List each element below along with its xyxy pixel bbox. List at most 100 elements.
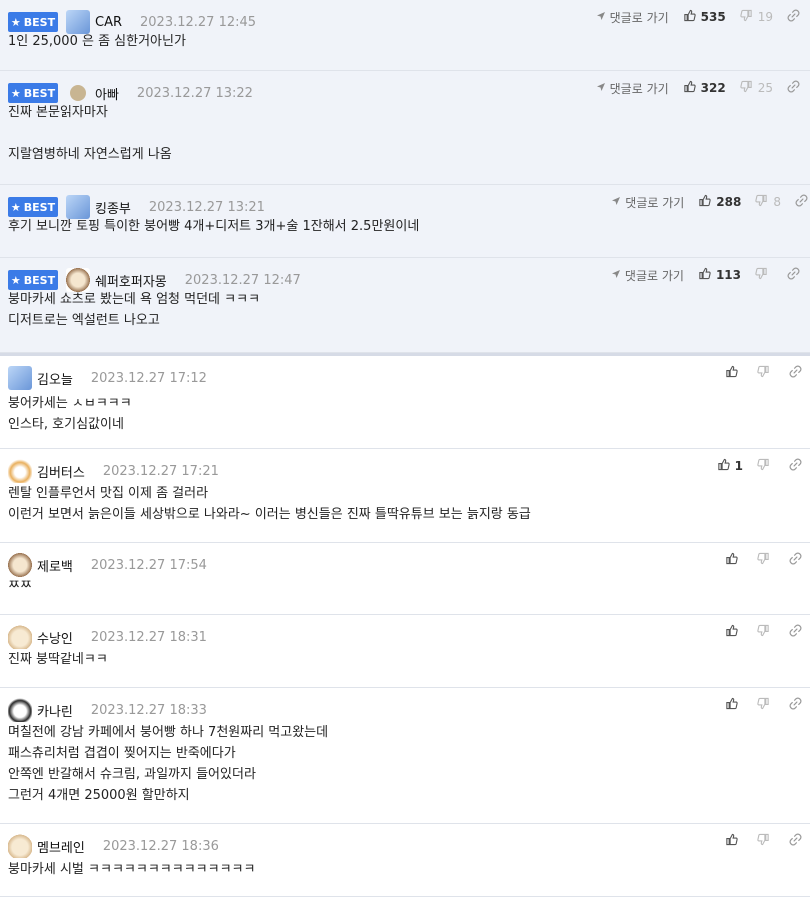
- thumbs-up-icon: [683, 9, 696, 25]
- timestamp: 2023.12.27 17:21: [102, 463, 219, 479]
- timestamp: 2023.12.27 18:36: [102, 838, 219, 854]
- comment-line: 1인 25,000 은 좀 심한거아닌가: [8, 34, 186, 49]
- comment: 제로백 2023.12.27 17:54 ㅉㅉ: [0, 543, 810, 615]
- link-button[interactable]: [787, 80, 800, 96]
- nickname[interactable]: 김오늘: [37, 369, 73, 388]
- nickname[interactable]: 제로백: [37, 556, 73, 575]
- dislike-count: 8: [773, 195, 781, 209]
- avatar-cream-icon[interactable]: [8, 625, 32, 649]
- avatar-blue-icon[interactable]: [8, 366, 32, 390]
- nickname[interactable]: CAR: [95, 15, 122, 30]
- timestamp: 2023.12.27 18:33: [90, 702, 207, 718]
- comment: 김오늘 2023.12.27 17:12 붕어카세는 ㅅㅂㅋㅋㅋ 인스타, 호기심값이…: [0, 356, 810, 449]
- dislike-button[interactable]: 8: [755, 194, 781, 210]
- comment-body: ㅉㅉ: [8, 575, 32, 596]
- comment: 카나린 2023.12.27 18:33 며칠전에 강남 카페에서 붕어빵 하나 7…: [0, 688, 810, 824]
- comment-tools: [725, 551, 802, 569]
- like-button[interactable]: [725, 552, 743, 568]
- dislike-button[interactable]: [757, 624, 775, 640]
- thumbs-down-icon: [757, 833, 770, 849]
- thumbs-up-icon: [725, 624, 738, 640]
- comment: 김버터스 2023.12.27 17:21 1 렌탈 인플루언서 맛집 이제 좀 걸러…: [0, 449, 810, 543]
- avatar-fox-icon[interactable]: [8, 459, 32, 483]
- nickname[interactable]: 카나린: [37, 701, 73, 720]
- like-button[interactable]: [725, 624, 743, 640]
- avatar-cream-icon[interactable]: [8, 834, 32, 858]
- best-comment: ★ BEST 아빠 2023.12.27 13:22 댓글로 가기 322 25 진짜 본문읽…: [0, 71, 810, 185]
- link-button[interactable]: [787, 9, 800, 25]
- comment-body: 진짜 붕딱같네ㅋㅋ: [8, 649, 108, 670]
- comment-line: 진짜 붕딱같네ㅋㅋ: [8, 652, 108, 667]
- timestamp: 2023.12.27 18:31: [90, 629, 207, 645]
- avatar-dot-icon[interactable]: [70, 85, 86, 101]
- link-button[interactable]: [789, 624, 802, 640]
- link-button[interactable]: [787, 267, 800, 283]
- like-button[interactable]: [725, 697, 743, 713]
- link-icon: [789, 365, 802, 381]
- like-button[interactable]: 535: [683, 9, 726, 25]
- best-badge: ★ BEST: [8, 83, 58, 103]
- arrow-icon: [611, 268, 621, 282]
- thumbs-up-icon: [698, 267, 711, 283]
- comment-list: ★ BEST CAR 2023.12.27 12:45 댓글로 가기 535 19 1인 25…: [0, 0, 810, 897]
- go-to-reply-link[interactable]: 댓글로 가기: [596, 80, 669, 97]
- link-button[interactable]: [789, 458, 802, 474]
- like-button[interactable]: [725, 833, 743, 849]
- like-button[interactable]: 322: [683, 80, 726, 96]
- link-button[interactable]: [789, 833, 802, 849]
- timestamp: 2023.12.27 13:22: [136, 85, 253, 101]
- comment-body: 붕마카세 쇼츠로 봤는데 욕 엄청 먹던데 ㅋㅋㅋ 디저트로는 엑설런트 나오고: [8, 289, 260, 331]
- like-button[interactable]: 113: [698, 267, 741, 283]
- dislike-button[interactable]: [757, 697, 775, 713]
- dislike-button[interactable]: [757, 458, 775, 474]
- comment-line: 지랄염병하네 자연스럽게 나옴: [8, 147, 172, 162]
- like-count: 322: [700, 81, 726, 95]
- thumbs-up-icon: [717, 458, 730, 474]
- like-button[interactable]: [725, 365, 743, 381]
- link-icon: [789, 833, 802, 849]
- nickname[interactable]: 킹종부: [95, 198, 131, 217]
- nickname[interactable]: 멤브레인: [37, 837, 85, 856]
- dislike-button[interactable]: 25: [740, 80, 773, 96]
- timestamp: 2023.12.27 17:12: [90, 370, 207, 386]
- like-count: 113: [715, 268, 741, 282]
- go-to-reply-link[interactable]: 댓글로 가기: [596, 9, 669, 26]
- comment-line: 그런거 4개면 25000원 할만하지: [8, 788, 190, 803]
- dislike-button[interactable]: [757, 365, 775, 381]
- nickname[interactable]: 쉐퍼호퍼자몽: [95, 271, 167, 290]
- nickname[interactable]: 수낭인: [37, 628, 73, 647]
- like-button[interactable]: 288: [698, 194, 741, 210]
- thumbs-down-icon: [740, 80, 753, 96]
- thumbs-down-icon: [755, 194, 768, 210]
- dislike-count: 19: [757, 10, 773, 24]
- link-button[interactable]: [795, 194, 808, 210]
- link-button[interactable]: [789, 552, 802, 568]
- link-icon: [787, 267, 800, 283]
- comment-line: 이런거 보면서 늙은이들 세상밖으로 나와라~ 이러는 병신들은 진짜 틀딱유튜…: [8, 507, 531, 522]
- thumbs-down-icon: [757, 552, 770, 568]
- go-to-reply-link[interactable]: 댓글로 가기: [611, 267, 684, 284]
- dislike-button[interactable]: [755, 267, 773, 283]
- comment-line: [8, 123, 172, 144]
- go-to-reply-link[interactable]: 댓글로 가기: [611, 194, 684, 211]
- link-button[interactable]: [789, 697, 802, 713]
- like-button[interactable]: 1: [717, 458, 743, 474]
- nickname[interactable]: 아빠: [95, 84, 119, 103]
- star-icon: ★: [10, 200, 21, 214]
- comment-line: ㅉㅉ: [8, 578, 32, 593]
- dislike-button[interactable]: [757, 833, 775, 849]
- dislike-button[interactable]: 19: [740, 9, 773, 25]
- best-badge: ★ BEST: [8, 270, 58, 290]
- link-icon: [787, 80, 800, 96]
- dislike-button[interactable]: [757, 552, 775, 568]
- comment-body: 후기 보니깐 토핑 특이한 붕어빵 4개+디저트 3개+술 1잔해서 2.5만원…: [8, 216, 419, 237]
- nickname[interactable]: 김버터스: [37, 462, 85, 481]
- avatar-dog-icon[interactable]: [8, 553, 32, 577]
- avatar-black-icon[interactable]: [8, 698, 32, 722]
- link-button[interactable]: [789, 365, 802, 381]
- star-icon: ★: [10, 273, 21, 287]
- comment-header: 카나린 2023.12.27 18:33: [8, 698, 207, 722]
- thumbs-down-icon: [757, 365, 770, 381]
- comment-body: 붕어카세는 ㅅㅂㅋㅋㅋ 인스타, 호기심값이네: [8, 393, 132, 435]
- link-icon: [795, 194, 808, 210]
